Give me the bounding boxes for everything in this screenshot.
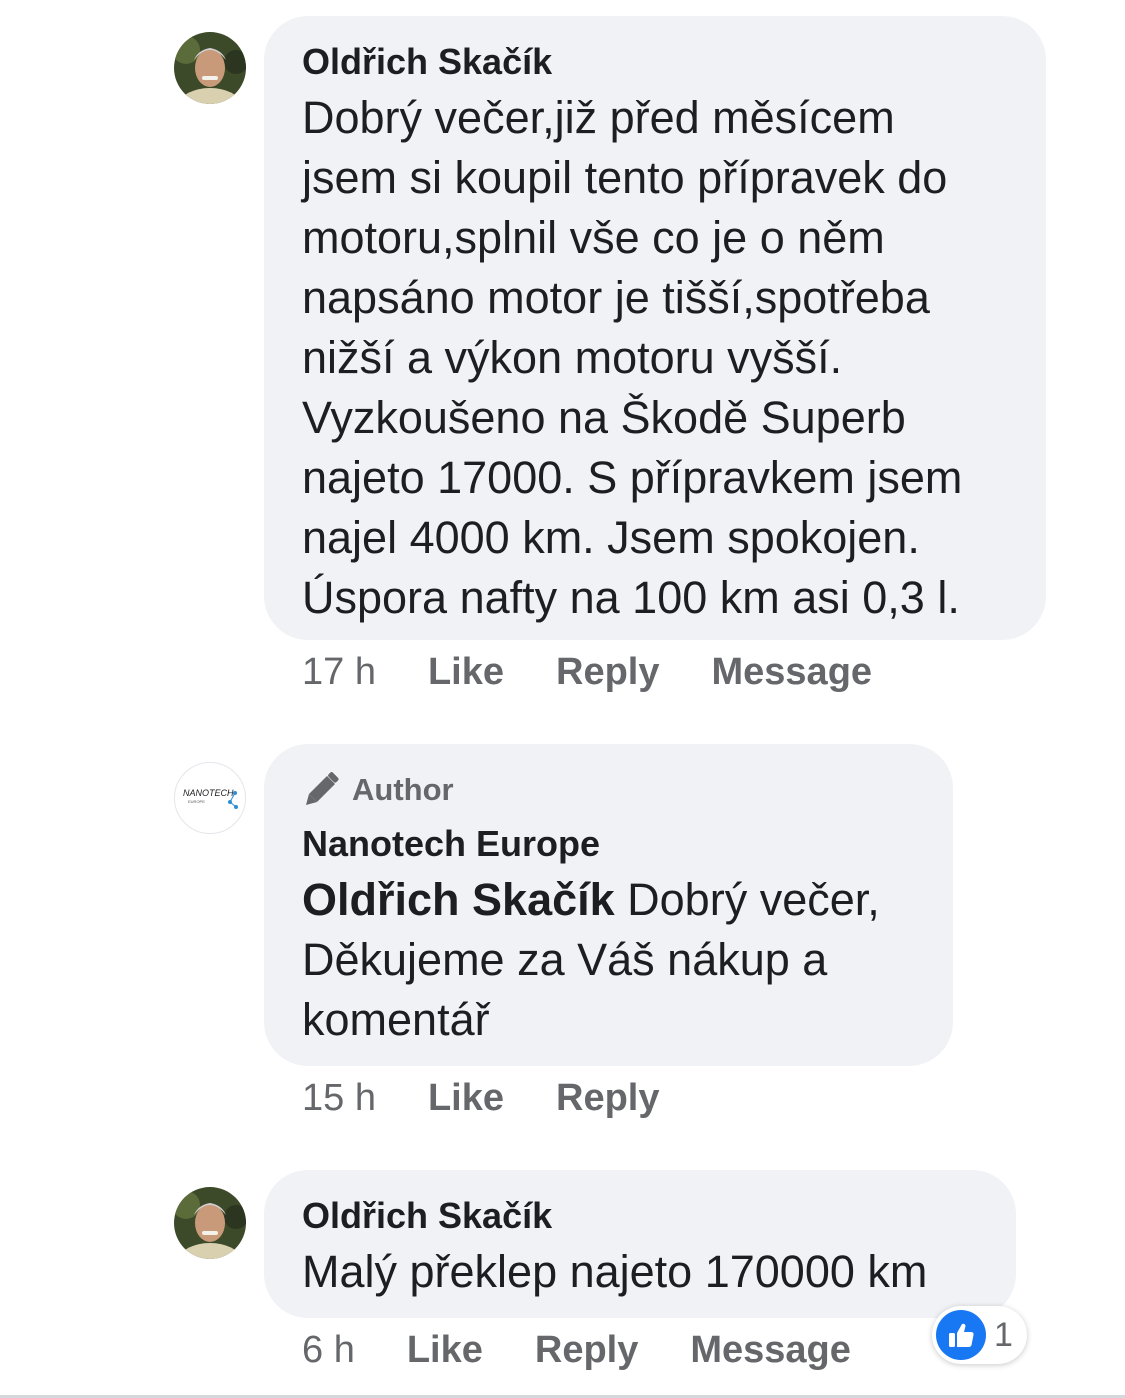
comment-bubble: Author Nanotech Europe Oldřich Skačík Do… (264, 744, 953, 1066)
reply-button[interactable]: Reply (535, 1328, 638, 1372)
comment-author[interactable]: Oldřich Skačík (302, 1194, 980, 1238)
comment-author[interactable]: Oldřich Skačík (302, 40, 1010, 84)
comment-bubble: Oldřich Skačík Dobrý večer,již před měsí… (264, 16, 1046, 640)
logo-subtext: EUROPE (188, 799, 205, 804)
comment-text: Oldřich Skačík Dobrý večer, Děkujeme za … (302, 870, 917, 1050)
avatar[interactable] (174, 1187, 246, 1259)
reply-button[interactable]: Reply (556, 1076, 659, 1120)
thumbs-up-icon (936, 1310, 986, 1360)
comment-timestamp[interactable]: 17 h (302, 650, 376, 694)
author-badge-label: Author (352, 772, 454, 807)
comment-bubble: Oldřich Skačík Malý překlep najeto 17000… (264, 1170, 1016, 1318)
nanotech-logo-icon: NANOTECH EUROPE (183, 788, 238, 809)
comment-author[interactable]: Nanotech Europe (302, 822, 917, 866)
comment-text: Dobrý večer,již před měsícem jsem si kou… (302, 92, 963, 623)
author-badge: Author (302, 770, 917, 810)
like-button[interactable]: Like (428, 1076, 504, 1120)
comment-thread: Oldřich Skačík Dobrý večer,již před měsí… (0, 0, 1125, 1398)
like-button[interactable]: Like (407, 1328, 483, 1372)
comment-timestamp[interactable]: 15 h (302, 1076, 376, 1120)
reaction-count: 1 (994, 1315, 1013, 1354)
pencil-icon (306, 772, 339, 805)
message-button[interactable]: Message (712, 650, 873, 694)
page-avatar[interactable]: NANOTECH EUROPE (174, 762, 246, 834)
avatar-photo-icon (174, 1187, 246, 1259)
like-button[interactable]: Like (428, 650, 504, 694)
avatar[interactable] (174, 32, 246, 104)
mention-link[interactable]: Oldřich Skačík (302, 874, 615, 925)
comment-actions: 6 h Like Reply Message (302, 1328, 903, 1372)
reaction-summary[interactable]: 1 (932, 1306, 1027, 1364)
comment-actions: 17 h Like Reply Message (302, 650, 924, 694)
avatar-photo-icon (174, 32, 246, 104)
logo-text: NANOTECH (183, 788, 234, 798)
reply-button[interactable]: Reply (556, 650, 659, 694)
message-button[interactable]: Message (690, 1328, 851, 1372)
comment-timestamp[interactable]: 6 h (302, 1328, 355, 1372)
comment-text: Malý překlep najeto 170000 km (302, 1246, 928, 1297)
comment-actions: 15 h Like Reply (302, 1076, 712, 1120)
